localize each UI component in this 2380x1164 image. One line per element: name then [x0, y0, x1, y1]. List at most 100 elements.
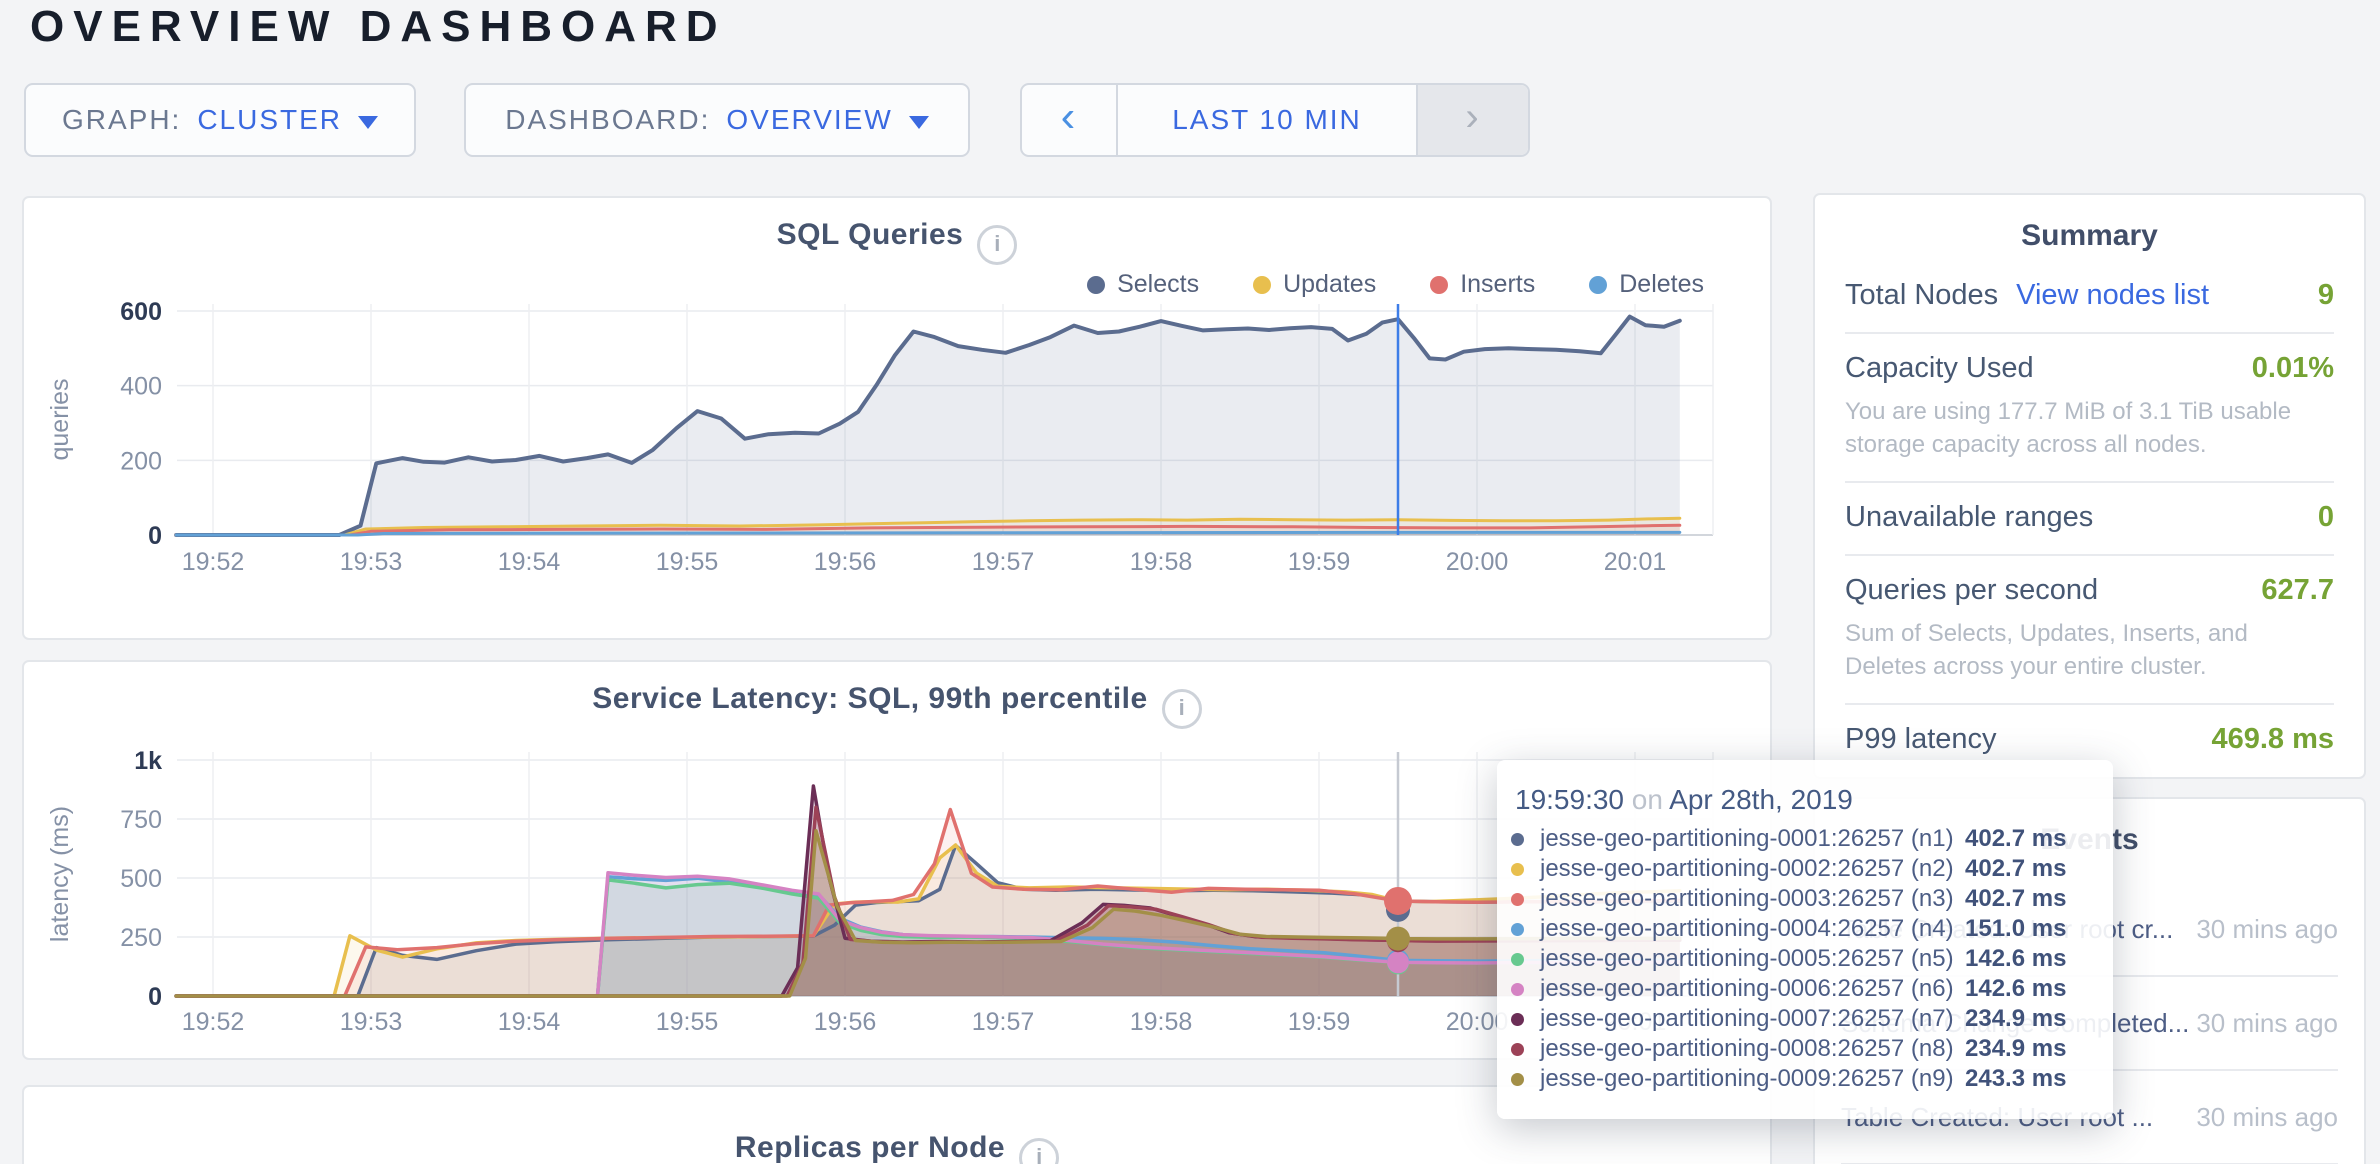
tooltip-row: jesse-geo-partitioning-0002:26257 (n2)40… — [1511, 854, 2113, 884]
x-axis-tick: 19:57 — [972, 1008, 1035, 1036]
info-icon[interactable]: i — [977, 225, 1017, 265]
divider — [1845, 481, 2334, 483]
tooltip-row: jesse-geo-partitioning-0008:26257 (n8)23… — [1511, 1034, 2113, 1064]
tooltip-series-dot-icon — [1511, 953, 1524, 966]
tooltip-node-name: jesse-geo-partitioning-0001:26257 (n1) — [1540, 825, 1965, 853]
graph-dropdown-value: CLUSTER — [197, 104, 342, 136]
tooltip-row: jesse-geo-partitioning-0004:26257 (n4)15… — [1511, 914, 2113, 944]
sql-queries-title: SQL Queries — [777, 218, 964, 251]
legend-dot-icon — [1589, 276, 1607, 294]
legend-label: Inserts — [1460, 270, 1535, 299]
series-fill-selects — [176, 317, 1680, 535]
total-nodes-label: Total Nodes — [1845, 279, 1998, 312]
time-window-value[interactable]: LAST 10 MIN — [1118, 85, 1416, 155]
time-window-prev-button[interactable]: ‹ — [1022, 85, 1118, 155]
summary-row-p99-latency: P99 latency 469.8 ms — [1845, 723, 2334, 756]
capacity-used-description: You are using 177.7 MiB of 3.1 TiB usabl… — [1845, 395, 2334, 461]
legend-label: Deletes — [1619, 270, 1704, 299]
event-time: 30 mins ago — [2188, 912, 2338, 947]
tooltip-node-name: jesse-geo-partitioning-0006:26257 (n6) — [1540, 975, 1965, 1003]
tooltip-series-dot-icon — [1511, 923, 1524, 936]
qps-label: Queries per second — [1845, 574, 2098, 607]
service-latency-title: Service Latency: SQL, 99th percentile — [592, 682, 1147, 715]
x-axis-tick: 20:01 — [1604, 548, 1667, 576]
p99-latency-value: 469.8 ms — [2211, 723, 2334, 756]
y-axis-tick: 750 — [120, 806, 162, 834]
tooltip-node-name: jesse-geo-partitioning-0005:26257 (n5) — [1540, 945, 1965, 973]
y-axis-tick: 0 — [148, 983, 162, 1011]
x-axis-tick: 19:59 — [1288, 548, 1351, 576]
info-icon[interactable]: i — [1162, 689, 1202, 729]
legend-item-deletes[interactable]: Deletes — [1589, 270, 1704, 299]
tooltip-node-name: jesse-geo-partitioning-0002:26257 (n2) — [1540, 855, 1965, 883]
tooltip-node-value: 402.7 ms — [1965, 825, 2066, 853]
y-axis-tick: 600 — [120, 298, 162, 326]
tooltip-row: jesse-geo-partitioning-0006:26257 (n6)14… — [1511, 974, 2113, 1004]
tooltip-row: jesse-geo-partitioning-0005:26257 (n5)14… — [1511, 944, 2113, 974]
graph-dropdown-label: GRAPH: — [62, 104, 181, 136]
tooltip-node-name: jesse-geo-partitioning-0008:26257 (n8) — [1540, 1035, 1965, 1063]
tooltip-node-value: 142.6 ms — [1965, 945, 2066, 973]
sql-queries-legend: Selects Updates Inserts Deletes — [1087, 270, 1704, 299]
x-axis-tick: 19:56 — [814, 548, 877, 576]
y-axis-title: queries — [46, 379, 74, 461]
overview-dashboard-page: OVERVIEW DASHBOARD GRAPH: CLUSTER DASHBO… — [0, 0, 2380, 1164]
tooltip-row: jesse-geo-partitioning-0003:26257 (n3)40… — [1511, 884, 2113, 914]
y-axis-tick: 0 — [148, 522, 162, 550]
legend-dot-icon — [1087, 276, 1105, 294]
crosshair-dot — [1387, 951, 1409, 973]
sql-queries-card: SQL Queries i Selects Updates Inserts Delete… — [22, 196, 1772, 640]
divider — [1845, 703, 2334, 705]
chart-tooltip: 19:59:30 on Apr 28th, 2019 jesse-geo-par… — [1497, 760, 2113, 1119]
dashboard-dropdown[interactable]: DASHBOARD: OVERVIEW — [464, 83, 970, 157]
legend-item-selects[interactable]: Selects — [1087, 270, 1199, 299]
info-icon[interactable]: i — [1019, 1138, 1059, 1164]
tooltip-row: jesse-geo-partitioning-0001:26257 (n1)40… — [1511, 824, 2113, 854]
tooltip-series-dot-icon — [1511, 893, 1524, 906]
x-axis-tick: 19:58 — [1130, 1008, 1193, 1036]
x-axis-tick: 19:52 — [182, 1008, 245, 1036]
event-time: 30 mins ago — [2188, 1100, 2338, 1135]
x-axis-tick: 19:52 — [182, 548, 245, 576]
tooltip-time: 19:59:30 — [1515, 784, 1624, 815]
tooltip-series-dot-icon — [1511, 863, 1524, 876]
tooltip-timestamp: 19:59:30 on Apr 28th, 2019 — [1511, 784, 2113, 816]
event-time: 30 mins ago — [2188, 1006, 2338, 1041]
tooltip-node-value: 142.6 ms — [1965, 975, 2066, 1003]
legend-dot-icon — [1253, 276, 1271, 294]
view-nodes-list-link[interactable]: View nodes list — [2016, 279, 2209, 312]
legend-label: Selects — [1117, 270, 1199, 299]
summary-heading: Summary — [1845, 219, 2334, 253]
tooltip-node-name: jesse-geo-partitioning-0007:26257 (n7) — [1540, 1005, 1965, 1033]
x-axis-tick: 19:56 — [814, 1008, 877, 1036]
y-axis-tick: 500 — [120, 865, 162, 893]
tooltip-series-dot-icon — [1511, 833, 1524, 846]
chevron-left-icon: ‹ — [1061, 92, 1078, 142]
qps-value: 627.7 — [2261, 574, 2334, 607]
tooltip-series-dot-icon — [1511, 1043, 1524, 1056]
summary-row-capacity: Capacity Used 0.01% — [1845, 352, 2334, 385]
y-axis-tick: 250 — [120, 924, 162, 952]
x-axis-tick: 19:54 — [498, 1008, 561, 1036]
divider — [1845, 332, 2334, 334]
graph-dropdown[interactable]: GRAPH: CLUSTER — [24, 83, 416, 157]
x-axis-tick: 19:58 — [1130, 548, 1193, 576]
chevron-right-icon: › — [1465, 95, 1480, 140]
time-window-next-button[interactable]: › — [1416, 85, 1528, 155]
legend-item-updates[interactable]: Updates — [1253, 270, 1376, 299]
x-axis-tick: 19:53 — [340, 548, 403, 576]
tooltip-row: jesse-geo-partitioning-0007:26257 (n7)23… — [1511, 1004, 2113, 1034]
tooltip-row: jesse-geo-partitioning-0009:26257 (n9)24… — [1511, 1064, 2113, 1094]
crosshair-dot — [1386, 927, 1410, 951]
tooltip-node-value: 243.3 ms — [1965, 1065, 2066, 1093]
legend-label: Updates — [1283, 270, 1376, 299]
summary-panel: Summary Total Nodes View nodes list 9 Ca… — [1813, 193, 2366, 779]
x-axis-tick: 19:55 — [656, 1008, 719, 1036]
legend-item-inserts[interactable]: Inserts — [1430, 270, 1535, 299]
qps-description: Sum of Selects, Updates, Inserts, and De… — [1845, 617, 2334, 683]
caret-down-icon — [358, 116, 378, 129]
y-axis-title: latency (ms) — [46, 806, 74, 942]
tooltip-node-value: 402.7 ms — [1965, 885, 2066, 913]
y-axis-tick: 200 — [120, 447, 162, 475]
x-axis-tick: 19:53 — [340, 1008, 403, 1036]
